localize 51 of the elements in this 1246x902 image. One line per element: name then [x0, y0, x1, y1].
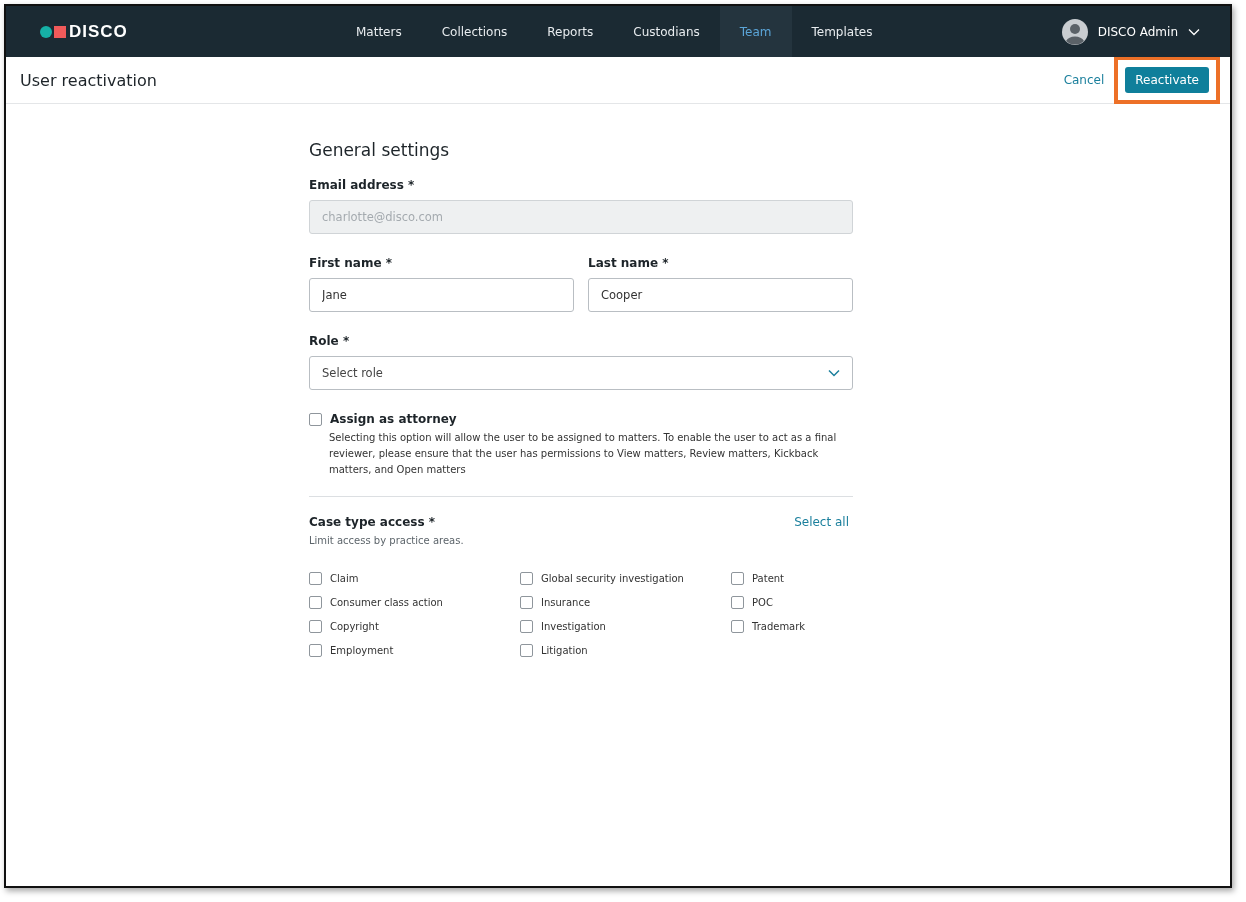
field-label: Email address *: [309, 178, 416, 192]
checkbox-label: Investigation: [541, 620, 606, 632]
select-all-link[interactable]: Select all: [794, 515, 849, 529]
checkbox[interactable]: [520, 643, 533, 657]
user-menu[interactable]: DISCO Admin: [1061, 18, 1200, 45]
field-label: First name *: [309, 256, 394, 270]
cancel-link[interactable]: Cancel: [1063, 73, 1105, 87]
checkbox[interactable]: [731, 619, 744, 633]
chevron-down-icon: [1188, 27, 1200, 36]
nav-tab[interactable]: Templates: [791, 6, 893, 57]
nav-tab[interactable]: Reports: [527, 6, 614, 57]
nav-tab[interactable]: Matters: [336, 6, 422, 57]
role-dropdown[interactable]: Select role: [309, 356, 853, 390]
checkbox[interactable]: [309, 643, 322, 657]
section-title: General settings: [309, 140, 451, 160]
checkbox[interactable]: [731, 595, 744, 609]
checkbox-label: Copyright: [330, 620, 379, 632]
nav-tab[interactable]: Custodians: [613, 6, 720, 57]
checkbox[interactable]: [520, 571, 533, 585]
nav-tab[interactable]: Collections: [421, 6, 528, 57]
checkbox-label: POC: [752, 596, 773, 608]
hint-text: Limit access by practice areas.: [309, 535, 465, 546]
field-label: Last name *: [588, 256, 670, 270]
section-title: Case type access *: [309, 515, 436, 529]
checkbox-label: Patent: [752, 572, 785, 584]
checkbox-label: Claim: [330, 572, 359, 584]
checkbox[interactable]: [309, 571, 322, 585]
checkbox-label: Trademark: [752, 620, 806, 632]
checkbox[interactable]: [309, 595, 322, 609]
checkbox-label: Employment: [330, 644, 394, 656]
checkbox-label: Consumer class action: [330, 596, 443, 608]
checkbox-label: Assign as attorney: [330, 412, 457, 426]
checkbox[interactable]: [309, 412, 322, 426]
checkbox[interactable]: [520, 619, 533, 633]
checkbox[interactable]: [309, 619, 322, 633]
logo-icon: [40, 25, 66, 38]
checkbox-label: Insurance: [541, 596, 591, 608]
last-name-field[interactable]: Cooper: [588, 278, 853, 312]
brand-name: DISCO: [69, 21, 128, 42]
page-title: User reactivation: [20, 70, 157, 90]
checkbox-label: Global security investigation: [541, 572, 684, 584]
help-text: Selecting this option will allow the user to be assigned to matters. To enable the user to act as a final reviewer, please ensure that the user has permissions to View matters, Review matters, Kickback matters, and Open matters: [329, 431, 838, 477]
field-label: Role *: [309, 334, 351, 348]
checkbox-label: Litigation: [541, 644, 588, 656]
avatar-icon: [1061, 18, 1088, 45]
chevron-down-icon: [828, 369, 840, 377]
checkbox[interactable]: [520, 595, 533, 609]
first-name-field[interactable]: Jane: [309, 278, 574, 312]
reactivate-button[interactable]: Reactivate: [1125, 67, 1209, 93]
nav-tab[interactable]: Team: [719, 6, 792, 57]
checkbox[interactable]: [731, 571, 744, 585]
